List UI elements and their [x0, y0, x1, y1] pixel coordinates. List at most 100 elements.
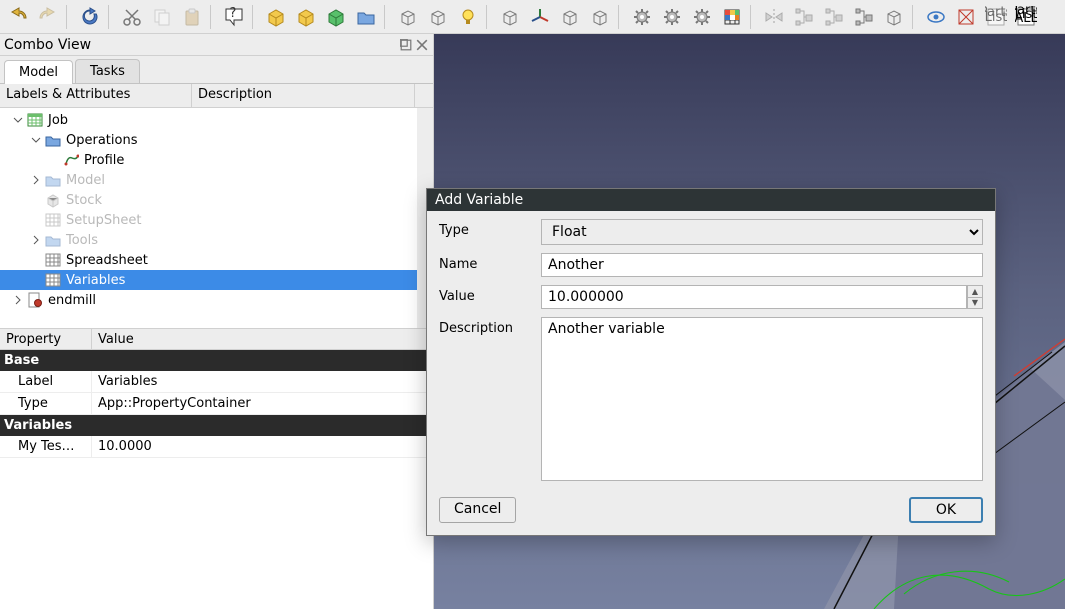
property-row[interactable]: TypeApp::PropertyContainer [0, 393, 433, 415]
refresh-icon[interactable] [76, 3, 104, 31]
grid-icon [44, 272, 62, 288]
type-select[interactable]: Float [541, 219, 983, 245]
tree-item-endmill[interactable]: endmill [0, 290, 433, 310]
axes-icon[interactable] [526, 3, 554, 31]
tree1-icon[interactable] [790, 3, 818, 31]
partslist-icon[interactable]: PartsList [982, 3, 1010, 31]
tree-item-label: Variables [66, 273, 125, 288]
mirror-icon[interactable] [760, 3, 788, 31]
add-variable-dialog: Add Variable Type Float Name Value ▲▼ De… [426, 188, 996, 536]
main-toolbar: ? PartsListPartsListALL [0, 0, 1065, 34]
gear3-icon[interactable] [688, 3, 716, 31]
spin-buttons[interactable]: ▲▼ [967, 285, 983, 309]
label-value: Value [439, 285, 533, 304]
model-tree[interactable]: Job Operations Profile Model Stock SetupSheet… [0, 108, 433, 328]
tree-item-label: endmill [48, 293, 96, 308]
tree-item-label: Job [48, 113, 68, 128]
property-header-property[interactable]: Property [0, 329, 92, 349]
boxwire1-icon[interactable] [394, 3, 422, 31]
description-textarea[interactable]: Another variable [541, 317, 983, 481]
property-panel: Property Value Base LabelVariablesTypeAp… [0, 328, 433, 458]
bulb-icon[interactable] [454, 3, 482, 31]
property-row[interactable]: LabelVariables [0, 371, 433, 393]
property-header-value[interactable]: Value [92, 329, 433, 349]
tree-header-description[interactable]: Description [192, 84, 415, 107]
cut-icon[interactable] [118, 3, 146, 31]
ok-button[interactable]: OK [909, 497, 983, 523]
paste-icon[interactable] [178, 3, 206, 31]
box-yellow-icon[interactable] [262, 3, 290, 31]
copy-icon[interactable] [148, 3, 176, 31]
boxstack-icon[interactable] [880, 3, 908, 31]
boxpersp-icon[interactable] [556, 3, 584, 31]
folder-icon[interactable] [352, 3, 380, 31]
spin-up-icon[interactable]: ▲ [968, 286, 982, 298]
tree-item-label: SetupSheet [66, 213, 141, 228]
redo-icon[interactable] [34, 3, 62, 31]
value-spinbox[interactable]: ▲▼ [541, 285, 983, 309]
tree-header-labels[interactable]: Labels & Attributes [0, 84, 192, 107]
toolbar-separator [252, 5, 258, 29]
eye-icon[interactable] [922, 3, 950, 31]
tree-item-label: Stock [66, 193, 102, 208]
tree-item-label: Spreadsheet [66, 253, 148, 268]
combo-view-title: Combo View [4, 37, 397, 53]
tree-item-job[interactable]: Job [0, 110, 433, 130]
value-input[interactable] [541, 285, 967, 309]
property-value[interactable]: App::PropertyContainer [92, 393, 433, 414]
cancel-button[interactable]: Cancel [439, 497, 516, 523]
tab-model[interactable]: Model [4, 60, 73, 84]
box-green-icon[interactable] [322, 3, 350, 31]
toolbar-separator [384, 5, 390, 29]
tree-item-profile[interactable]: Profile [0, 150, 433, 170]
tab-tasks[interactable]: Tasks [75, 59, 140, 83]
undo-icon[interactable] [4, 3, 32, 31]
rubik-icon[interactable] [718, 3, 746, 31]
tree-item-tools[interactable]: Tools [0, 230, 433, 250]
label-type: Type [439, 219, 533, 238]
tree-item-stock[interactable]: Stock [0, 190, 433, 210]
folder-icon [44, 232, 62, 248]
expander-icon[interactable] [30, 134, 42, 146]
boxdash-icon[interactable] [496, 3, 524, 31]
toolbar-separator [618, 5, 624, 29]
whatsthis-icon[interactable]: ? [220, 3, 248, 31]
tree-scroll-gutter-header [415, 84, 433, 107]
gear2-icon[interactable] [658, 3, 686, 31]
panel-close-icon[interactable] [415, 38, 429, 52]
spin-down-icon[interactable]: ▼ [968, 298, 982, 309]
property-row[interactable]: My Tes…10.0000 [0, 436, 433, 458]
partslistall-icon[interactable]: PartsListALL [1012, 3, 1040, 31]
boxwire2-icon[interactable] [424, 3, 452, 31]
tree-item-model[interactable]: Model [0, 170, 433, 190]
expander-icon[interactable] [12, 294, 24, 306]
property-value[interactable]: Variables [92, 371, 433, 392]
property-group-base: Base [0, 350, 433, 371]
boxshift-icon[interactable] [586, 3, 614, 31]
tree2-icon[interactable] [820, 3, 848, 31]
toolbar-separator [210, 5, 216, 29]
tree-item-setupsheet[interactable]: SetupSheet [0, 210, 433, 230]
expander-icon[interactable] [12, 114, 24, 126]
tree-item-operations[interactable]: Operations [0, 130, 433, 150]
sheet-icon [26, 112, 44, 128]
name-input[interactable] [541, 253, 983, 277]
label-name: Name [439, 253, 533, 272]
expander-icon[interactable] [30, 174, 42, 186]
toolbar-separator [486, 5, 492, 29]
panel-float-icon[interactable] [399, 38, 413, 52]
treebox-icon[interactable] [850, 3, 878, 31]
svg-text:List: List [985, 10, 1007, 25]
gear1-icon[interactable] [628, 3, 656, 31]
property-value[interactable]: 10.0000 [92, 436, 433, 457]
property-headers: Property Value [0, 328, 433, 350]
tree-item-spreadsheet[interactable]: Spreadsheet [0, 250, 433, 270]
box-icon [44, 192, 62, 208]
tree-item-variables[interactable]: Variables [0, 270, 433, 290]
crossbox-icon[interactable] [952, 3, 980, 31]
tree-item-label: Profile [84, 153, 124, 168]
property-key: Type [0, 393, 92, 414]
combo-view-titlebar: Combo View [0, 34, 433, 56]
expander-icon[interactable] [30, 234, 42, 246]
box-yellow2-icon[interactable] [292, 3, 320, 31]
